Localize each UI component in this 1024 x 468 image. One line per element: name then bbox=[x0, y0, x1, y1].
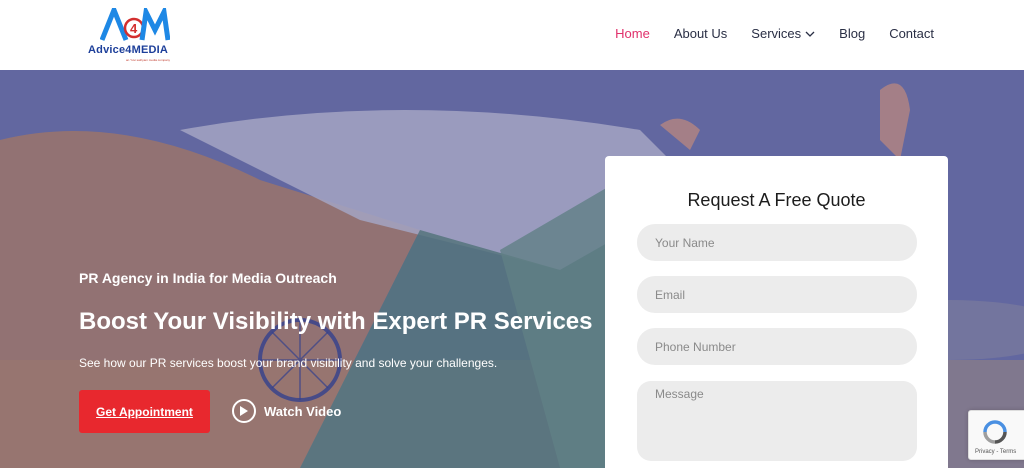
hero-eyebrow: PR Agency in India for Media Outreach bbox=[79, 270, 337, 286]
hero-section: PR Agency in India for Media Outreach Bo… bbox=[0, 70, 1024, 468]
watch-video-button[interactable]: Watch Video bbox=[232, 399, 341, 423]
recaptcha-icon bbox=[983, 420, 1007, 444]
watch-video-label: Watch Video bbox=[264, 403, 342, 419]
nav-contact[interactable]: Contact bbox=[889, 26, 934, 41]
quote-form-title: Request A Free Quote bbox=[687, 190, 866, 210]
svg-text:4: 4 bbox=[130, 21, 138, 36]
nav-services-label: Services bbox=[751, 26, 802, 41]
phone-field[interactable] bbox=[637, 328, 917, 365]
nav-blog[interactable]: Blog bbox=[839, 26, 865, 41]
play-icon bbox=[232, 399, 256, 423]
email-field[interactable] bbox=[637, 276, 917, 313]
brand-name: Advice4MEDIA bbox=[88, 44, 169, 56]
main-nav: Home About Us Services Blog Contact bbox=[591, 26, 934, 41]
quote-form: Request A Free Quote bbox=[605, 156, 948, 468]
chevron-down-icon bbox=[805, 31, 815, 37]
hero-headline: Boost Your Visibility with Expert PR Ser… bbox=[79, 308, 593, 335]
nav-home[interactable]: Home bbox=[615, 26, 650, 41]
recaptcha-badge[interactable]: Privacy - Terms bbox=[968, 410, 1024, 460]
get-appointment-button[interactable]: Get Appointment bbox=[79, 390, 210, 433]
name-field[interactable] bbox=[637, 224, 917, 261]
site-header: 4 Advice4MEDIA an Yuvi sathyam media com… bbox=[0, 0, 1024, 70]
nav-services[interactable]: Services bbox=[751, 26, 815, 41]
nav-about-us[interactable]: About Us bbox=[674, 26, 727, 41]
brand-logo[interactable]: 4 Advice4MEDIA an Yuvi sathyam media com… bbox=[86, 8, 186, 64]
recaptcha-links[interactable]: Privacy - Terms bbox=[975, 449, 1016, 455]
hero-subtext: See how our PR services boost your brand… bbox=[79, 356, 498, 370]
brand-tagline: an Yuvi sathyam media company bbox=[126, 58, 170, 62]
message-field[interactable] bbox=[637, 381, 917, 461]
logo-mark-icon: 4 bbox=[100, 8, 170, 41]
